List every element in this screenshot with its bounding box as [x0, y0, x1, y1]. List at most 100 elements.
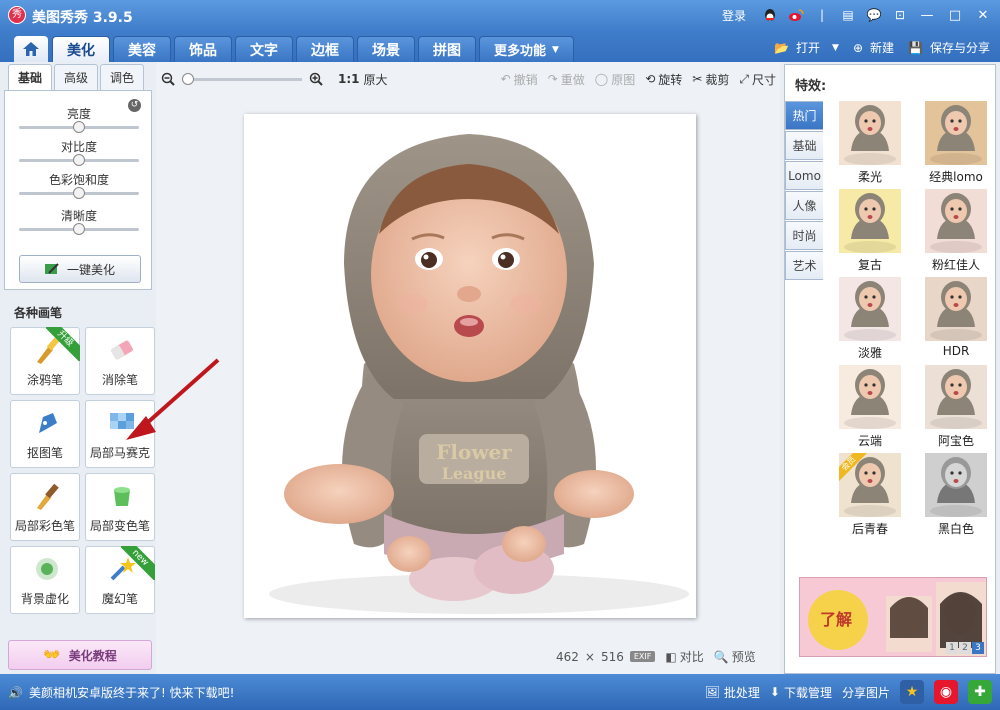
notice-text[interactable]: 美颜相机安卓版终于来了! 快来下载吧!	[29, 684, 234, 701]
ratio-1to1-button[interactable]: 1:1	[338, 72, 360, 86]
effect-item[interactable]: 阿宝色	[913, 365, 999, 453]
effect-item[interactable]: 柔光	[827, 101, 913, 189]
tab-scene[interactable]: 场景	[357, 36, 415, 62]
tab-accessories[interactable]: 饰品	[174, 36, 232, 62]
tab-frame[interactable]: 边框	[296, 36, 354, 62]
sharpness-track[interactable]	[19, 223, 139, 235]
category-art[interactable]: 艺术	[785, 251, 823, 280]
effect-thumbnail	[925, 277, 987, 341]
new-label: 新建	[870, 41, 895, 55]
tab-text[interactable]: 文字	[235, 36, 293, 62]
tutorial-button[interactable]: 👐 美化教程	[8, 640, 152, 670]
original-size-button[interactable]: 原大	[364, 71, 388, 88]
category-hot[interactable]: 热门	[785, 101, 823, 130]
original-image-button[interactable]: ◯ 原图	[595, 71, 635, 88]
effect-item[interactable]: HDR	[913, 277, 999, 365]
brush-graffiti[interactable]: 升级 涂鸦笔	[10, 327, 80, 395]
batch-button[interactable]: 🖼 批处理	[705, 684, 760, 701]
brush-mosaic[interactable]: 局部马赛克	[85, 400, 155, 468]
download-manager-button[interactable]: ⬇ 下载管理	[770, 684, 832, 701]
ad-pagination: 1 2 3	[946, 642, 984, 654]
minimize-button[interactable]: —	[916, 6, 938, 24]
exif-button[interactable]: EXIF	[629, 651, 656, 662]
brush-background-blur[interactable]: 背景虚化	[10, 546, 80, 614]
photo-canvas[interactable]: Flower League	[244, 114, 696, 618]
effect-item[interactable]: 会员 后青春	[827, 453, 913, 541]
saturation-track[interactable]	[19, 187, 139, 199]
effect-name: 淡雅	[857, 346, 882, 360]
app-title: 美图秀秀 3.9.5	[32, 10, 133, 26]
qq-icon[interactable]	[760, 6, 780, 24]
zoom-out-icon[interactable]	[160, 71, 176, 87]
effect-item[interactable]: 云端	[827, 365, 913, 453]
message-icon[interactable]: 💬	[864, 6, 884, 24]
tab-collage[interactable]: 拼图	[418, 36, 476, 62]
star-icon[interactable]: ★	[900, 680, 924, 704]
save-share-label: 保存与分享	[929, 41, 990, 55]
menu-icon[interactable]: ⊡	[890, 6, 910, 24]
compare-button[interactable]: ◧ 对比	[665, 648, 703, 665]
ad-banner[interactable]: 了解 1 2 3	[799, 577, 987, 657]
sharpness-knob[interactable]	[73, 223, 85, 235]
brush-color-change[interactable]: 局部变色笔	[85, 473, 155, 541]
zoom-slider[interactable]	[182, 72, 302, 85]
nav-tabs: 美化 美容 饰品 文字 边框 场景 拼图 更多功能 ▼	[52, 36, 574, 62]
ad-page[interactable]: 1	[946, 642, 958, 654]
zoom-in-icon[interactable]	[308, 71, 324, 87]
brightness-knob[interactable]	[73, 121, 85, 133]
effect-name: 柔光	[857, 170, 882, 184]
subtab-color[interactable]: 调色	[100, 64, 144, 90]
ad-page[interactable]: 2	[959, 642, 971, 654]
brush-section-title: 各种画笔	[14, 306, 63, 320]
preview-button[interactable]: 🔍 预览	[714, 648, 756, 665]
wand-icon	[44, 263, 59, 274]
close-button[interactable]: ✕	[972, 6, 994, 24]
crop-button[interactable]: ✂ 裁剪	[692, 71, 729, 88]
category-lomo[interactable]: Lomo	[785, 161, 823, 190]
open-button[interactable]: 📂 打开 ▼	[774, 39, 839, 56]
subtab-advanced[interactable]: 高级	[54, 64, 98, 90]
tab-beauty[interactable]: 美容	[113, 36, 171, 62]
undo-button[interactable]: ↶ 撤销	[501, 71, 538, 88]
weibo-share-icon[interactable]: ◉	[934, 680, 958, 704]
brush-color-partial[interactable]: 局部彩色笔	[10, 473, 80, 541]
contrast-track[interactable]	[19, 154, 139, 166]
subtab-basic[interactable]: 基础	[8, 64, 52, 90]
brush-cutout[interactable]: 抠图笔	[10, 400, 80, 468]
category-basic[interactable]: 基础	[785, 131, 823, 160]
zoom-knob[interactable]	[182, 72, 194, 85]
new-button[interactable]: ⊕ 新建	[853, 39, 894, 56]
effect-item[interactable]: 粉红佳人	[913, 189, 999, 277]
redo-button[interactable]: ↷ 重做	[548, 71, 585, 88]
ad-page[interactable]: 3	[972, 642, 984, 654]
skin-icon[interactable]: ▤	[838, 6, 858, 24]
rotate-label: 旋转	[658, 72, 683, 87]
home-button[interactable]	[14, 36, 48, 62]
category-portrait[interactable]: 人像	[785, 191, 823, 220]
resize-button[interactable]: ⤢ 尺寸	[739, 71, 776, 88]
tab-beautify[interactable]: 美化	[52, 36, 110, 62]
brush-eraser[interactable]: 消除笔	[85, 327, 155, 395]
rotate-button[interactable]: ⟲ 旋转	[645, 71, 682, 88]
weibo-icon[interactable]	[786, 6, 806, 24]
saturation-knob[interactable]	[73, 187, 85, 199]
onekey-beautify-button[interactable]: 一键美化	[19, 255, 141, 283]
save-share-button[interactable]: 💾 保存与分享	[908, 39, 990, 56]
effect-item[interactable]: 复古	[827, 189, 913, 277]
maximize-button[interactable]: □	[944, 6, 966, 24]
effect-item[interactable]: 经典lomo	[913, 101, 999, 189]
login-link[interactable]: 登录	[722, 7, 746, 24]
brush-magic[interactable]: new 魔幻笔	[85, 546, 155, 614]
plus-icon[interactable]: ✚	[968, 680, 992, 704]
effect-name: 复古	[857, 258, 882, 272]
contrast-knob[interactable]	[73, 154, 85, 166]
effect-item[interactable]: 黑白色	[913, 453, 999, 541]
share-image-button[interactable]: 分享图片	[842, 684, 890, 701]
tab-more[interactable]: 更多功能 ▼	[479, 36, 574, 62]
effect-item[interactable]: 淡雅	[827, 277, 913, 365]
brightness-track[interactable]	[19, 121, 139, 133]
effects-title: 特效:	[795, 79, 827, 94]
effect-name: 黑白色	[937, 522, 974, 536]
category-fashion[interactable]: 时尚	[785, 221, 823, 250]
open-dropdown-icon[interactable]: ▼	[832, 43, 839, 53]
